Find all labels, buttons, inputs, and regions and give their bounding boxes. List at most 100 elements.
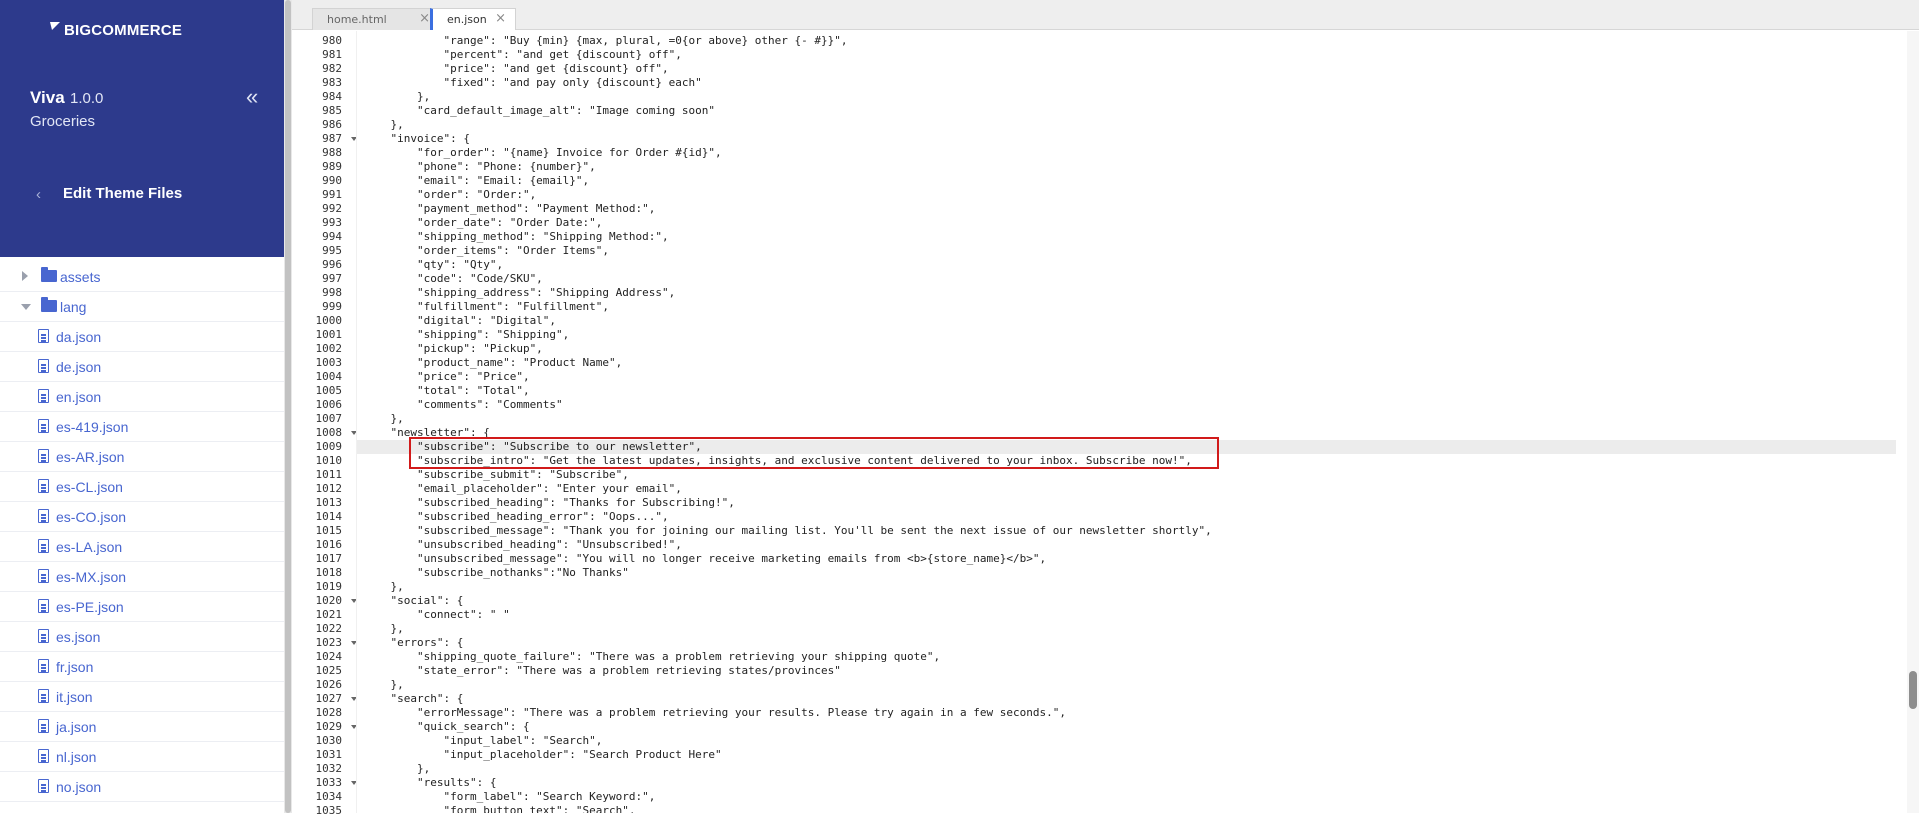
code-line[interactable]: "shipping_quote_failure": "There was a p…: [364, 650, 940, 664]
annotation-highlight-box: [409, 437, 1219, 469]
code-line[interactable]: "errors": {: [364, 636, 463, 650]
code-line[interactable]: },: [364, 90, 430, 104]
close-icon[interactable]: ×: [419, 11, 430, 26]
code-line[interactable]: "email": "Email: {email}",: [364, 174, 589, 188]
code-line[interactable]: "fulfillment": "Fulfillment",: [364, 300, 609, 314]
code-line[interactable]: },: [364, 118, 403, 132]
line-number: 1000: [315, 314, 343, 327]
code-line[interactable]: "unsubscribed_message": "You will no lon…: [364, 552, 1046, 566]
code-line[interactable]: "order_items": "Order Items",: [364, 244, 609, 258]
tab-en-json[interactable]: en.json ×: [430, 8, 516, 30]
code-line[interactable]: "form_label": "Search Keyword:",: [364, 790, 655, 804]
folder-item[interactable]: assets: [0, 262, 284, 292]
file-icon: [38, 659, 49, 673]
code-line[interactable]: "subscribed_heading": "Thanks for Subscr…: [364, 496, 735, 510]
file-icon: [38, 419, 49, 433]
code-line[interactable]: "connect": " ": [364, 608, 510, 622]
code-line[interactable]: "input_label": "Search",: [364, 734, 602, 748]
code-line[interactable]: "card_default_image_alt": "Image coming …: [364, 104, 715, 118]
file-label: es.json: [56, 629, 101, 645]
back-chevron-icon[interactable]: ‹: [36, 186, 41, 203]
file-item[interactable]: es-419.json: [0, 412, 284, 442]
caret-right-icon[interactable]: [22, 271, 28, 281]
code-line[interactable]: "errorMessage": "There was a problem ret…: [364, 706, 1066, 720]
code-line[interactable]: },: [364, 580, 403, 594]
code-line[interactable]: "order": "Order:",: [364, 188, 536, 202]
edit-theme-files-title[interactable]: Edit Theme Files: [63, 185, 182, 202]
code-line[interactable]: "digital": "Digital",: [364, 314, 556, 328]
line-number: 1022: [315, 622, 343, 635]
line-number: 1017: [315, 552, 343, 565]
code-line[interactable]: },: [364, 678, 403, 692]
sidebar-scrollbar-thumb[interactable]: [285, 0, 291, 813]
file-icon: [38, 749, 49, 763]
code-line[interactable]: "total": "Total",: [364, 384, 530, 398]
file-item[interactable]: de.json: [0, 352, 284, 382]
code-line[interactable]: "payment_method": "Payment Method:",: [364, 202, 655, 216]
file-item[interactable]: ja.json: [0, 712, 284, 742]
code-line[interactable]: "subscribed_message": "Thank you for joi…: [364, 524, 1212, 538]
folder-item[interactable]: lang: [0, 292, 284, 322]
editor-scrollbar-thumb[interactable]: [1909, 671, 1917, 709]
code-line[interactable]: "pickup": "Pickup",: [364, 342, 543, 356]
code-line[interactable]: "for_order": "{name} Invoice for Order #…: [364, 146, 722, 160]
code-line[interactable]: "comments": "Comments": [364, 398, 563, 412]
file-item[interactable]: en.json: [0, 382, 284, 412]
code-line[interactable]: "search": {: [364, 692, 463, 706]
line-number: 1014: [315, 510, 343, 523]
file-item[interactable]: da.json: [0, 322, 284, 352]
tab-label: home.html: [327, 13, 387, 26]
code-line[interactable]: },: [364, 622, 403, 636]
file-label: nl.json: [56, 749, 97, 765]
file-item[interactable]: es-CO.json: [0, 502, 284, 532]
code-line[interactable]: "shipping": "Shipping",: [364, 328, 569, 342]
code-line[interactable]: "fixed": "and pay only {discount} each": [364, 76, 701, 90]
code-line[interactable]: "percent": "and get {discount} off",: [364, 48, 681, 62]
code-line[interactable]: "code": "Code/SKU",: [364, 272, 543, 286]
code-line[interactable]: "results": {: [364, 776, 496, 790]
code-line[interactable]: "email_placeholder": "Enter your email",: [364, 482, 682, 496]
code-line[interactable]: "price": "and get {discount} off",: [364, 62, 668, 76]
code-line[interactable]: "quick_search": {: [364, 720, 530, 734]
code-line[interactable]: "subscribed_heading_error": "Oops...",: [364, 510, 669, 524]
code-line[interactable]: "state_error": "There was a problem retr…: [364, 664, 841, 678]
close-icon[interactable]: ×: [495, 11, 506, 26]
file-item[interactable]: es-LA.json: [0, 532, 284, 562]
code-line[interactable]: "social": {: [364, 594, 463, 608]
line-number: 1008: [315, 426, 343, 439]
code-line[interactable]: "input_placeholder": "Search Product Her…: [364, 748, 721, 762]
code-line[interactable]: "phone": "Phone: {number}",: [364, 160, 596, 174]
code-line[interactable]: "subscribe_submit": "Subscribe",: [364, 468, 629, 482]
line-number: 1013: [315, 496, 343, 509]
code-line[interactable]: "order_date": "Order Date:",: [364, 216, 602, 230]
file-item[interactable]: es-PE.json: [0, 592, 284, 622]
sidebar-header: BIGCOMMERCE Viva 1.0.0 Groceries « ‹ Edi…: [0, 0, 284, 257]
code-line[interactable]: "unsubscribed_heading": "Unsubscribed!",: [364, 538, 682, 552]
sidebar-scrollbar[interactable]: [284, 0, 292, 813]
code-line[interactable]: "price": "Price",: [364, 370, 530, 384]
code-line[interactable]: "invoice": {: [364, 132, 469, 146]
file-item[interactable]: nl.json: [0, 742, 284, 772]
code-line[interactable]: "shipping_address": "Shipping Address",: [364, 286, 675, 300]
line-number: 1019: [315, 580, 343, 593]
collapse-sidebar-icon[interactable]: «: [246, 86, 266, 110]
file-item[interactable]: es-CL.json: [0, 472, 284, 502]
editor-scrollbar[interactable]: [1907, 31, 1919, 813]
file-item[interactable]: fr.json: [0, 652, 284, 682]
file-item[interactable]: it.json: [0, 682, 284, 712]
code-line[interactable]: "shipping_method": "Shipping Method:",: [364, 230, 669, 244]
code-line[interactable]: "qty": "Qty",: [364, 258, 503, 272]
code-line[interactable]: },: [364, 762, 430, 776]
code-line[interactable]: "product_name": "Product Name",: [364, 356, 622, 370]
file-item[interactable]: no.json: [0, 772, 284, 802]
code-line[interactable]: "subscribe_nothanks":"No Thanks": [364, 566, 629, 580]
code-line[interactable]: },: [364, 412, 403, 426]
file-item[interactable]: es.json: [0, 622, 284, 652]
tab-home-html[interactable]: home.html ×: [312, 8, 440, 30]
code-line[interactable]: "form_button_text": "Search",: [364, 804, 635, 813]
file-item[interactable]: es-MX.json: [0, 562, 284, 592]
file-item[interactable]: es-AR.json: [0, 442, 284, 472]
code-area[interactable]: "range": "Buy {min} {max, plural, =0{or …: [356, 31, 1909, 813]
code-line[interactable]: "range": "Buy {min} {max, plural, =0{or …: [364, 34, 847, 48]
caret-down-icon[interactable]: [21, 304, 31, 310]
